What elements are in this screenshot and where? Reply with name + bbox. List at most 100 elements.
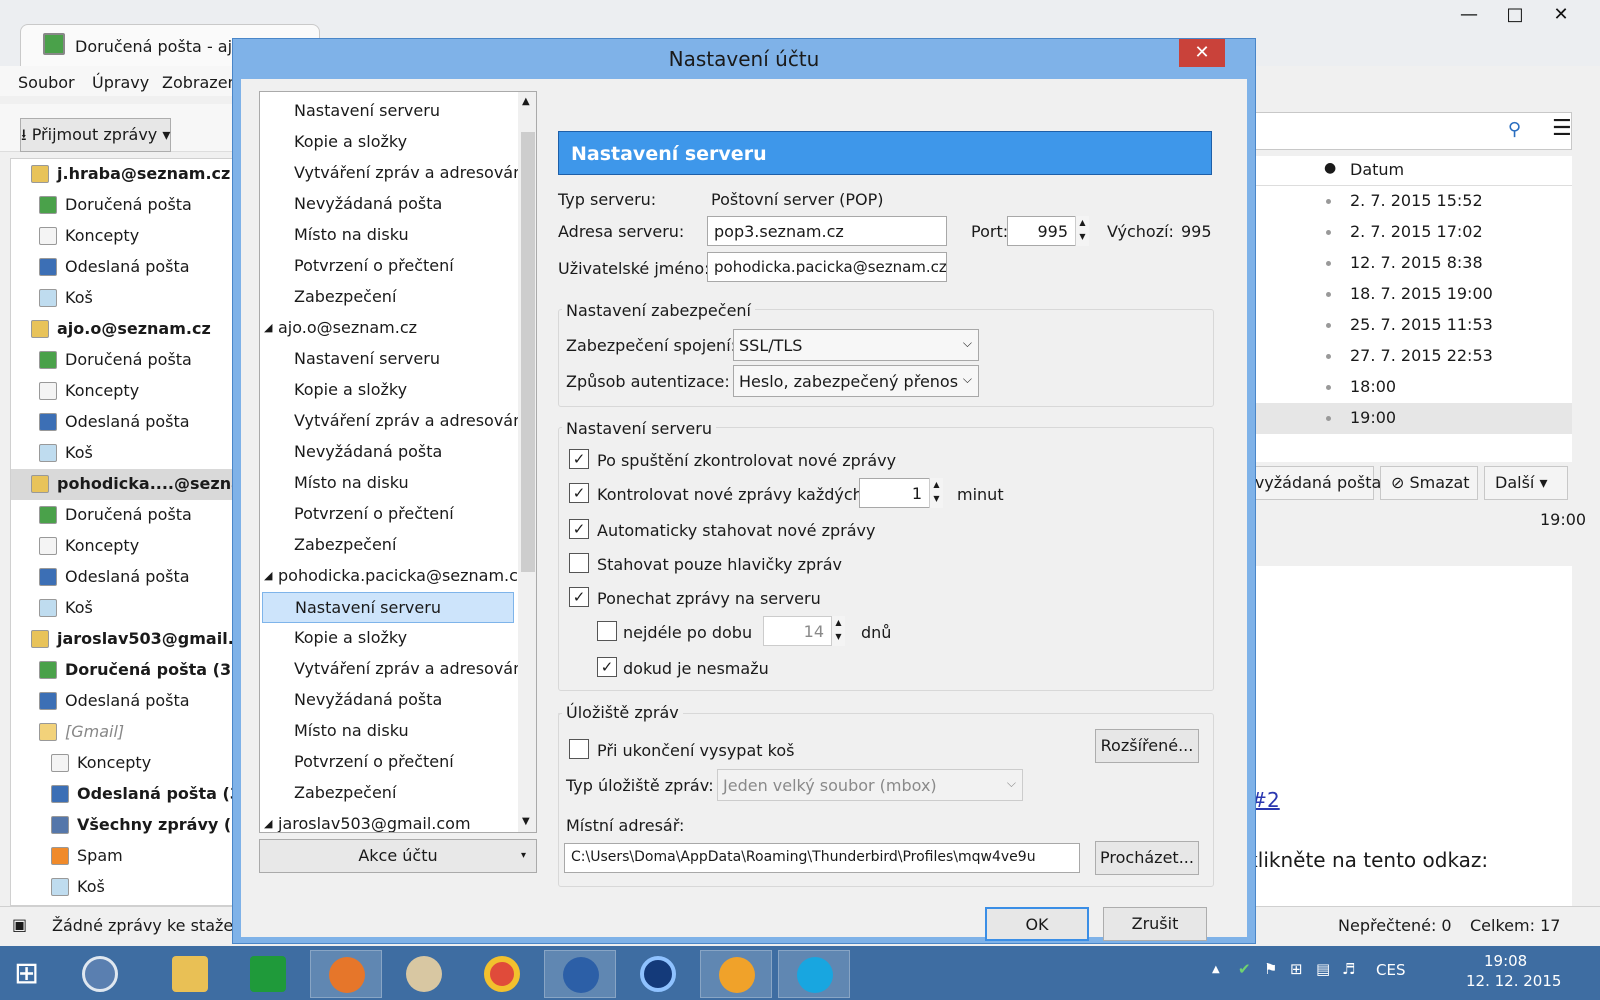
expand-arrow-icon[interactable]: ◢ <box>264 321 272 334</box>
tree-settings-item[interactable]: Nastavení serveru <box>262 592 514 623</box>
tree-settings-item[interactable]: Potvrzení o přečtení <box>260 251 516 282</box>
folder-row[interactable]: Odeslaná pošta <box>11 252 241 283</box>
tree-account-node[interactable]: ◢ pohodicka.pacicka@seznam.cz <box>260 561 526 592</box>
check-every-checkbox[interactable]: ✓ <box>569 483 589 503</box>
message-row[interactable]: 18. 7. 2015 19:00 <box>1232 279 1572 310</box>
folder-account-row[interactable]: j.hraba@seznam.cz <box>11 159 241 190</box>
menu-view[interactable]: Zobrazení <box>162 73 242 92</box>
taskbar-skype[interactable] <box>778 950 850 998</box>
folder-row[interactable]: Všechny zprávy (3) <box>11 810 241 841</box>
taskbar-paint[interactable] <box>388 950 460 998</box>
port-spinner[interactable]: ▲ ▼ <box>1075 216 1089 246</box>
dialog-close-button[interactable]: ✕ <box>1179 39 1225 67</box>
message-row[interactable]: 12. 7. 2015 8:38 <box>1232 248 1572 279</box>
auth-method-select[interactable]: Heslo, zabezpečený přenos ⌵ <box>733 365 979 397</box>
folder-row[interactable]: Koš <box>11 872 241 903</box>
folder-row[interactable]: Koncepty <box>11 221 241 252</box>
tree-account-node[interactable]: ◢ jaroslav503@gmail.com <box>260 809 516 832</box>
tray-volume-icon[interactable]: ♬ <box>1342 960 1355 978</box>
taskbar-store[interactable] <box>232 950 304 998</box>
tray-security-icon[interactable]: ✔ <box>1238 960 1251 978</box>
message-row[interactable]: 2. 7. 2015 15:52 <box>1232 186 1572 217</box>
more-button[interactable]: Další ▾ <box>1484 466 1568 500</box>
check-every-spinner[interactable]: ▲ ▼ <box>929 478 943 508</box>
tree-settings-item[interactable]: Nastavení serveru <box>260 344 516 375</box>
auto-download-checkbox[interactable]: ✓ <box>569 519 589 539</box>
folder-row[interactable]: Odeslaná pošta <box>11 407 241 438</box>
max-days-spinner[interactable]: ▲ ▼ <box>831 616 845 646</box>
taskbar-orange-app[interactable] <box>700 950 772 998</box>
tree-settings-item[interactable]: Nastavení serveru <box>260 96 516 127</box>
folder-account-row[interactable]: pohodicka....@seznam <box>11 469 241 500</box>
tree-settings-item[interactable]: Zabezpečení <box>260 530 516 561</box>
folder-account-row[interactable]: ajo.o@seznam.cz <box>11 314 241 345</box>
folder-row[interactable]: Spam <box>11 841 241 872</box>
tree-account-node[interactable]: ◢ ajo.o@seznam.cz <box>260 313 516 344</box>
tree-settings-item[interactable]: Místo na disku <box>260 468 516 499</box>
tree-settings-item[interactable]: Nevyžádaná pošta <box>260 189 516 220</box>
tree-scrollbar[interactable]: ▲ ▼ <box>518 92 536 832</box>
date-column-header[interactable]: Datum <box>1350 160 1404 179</box>
tray-windows-icon[interactable]: ⊞ <box>1290 960 1303 978</box>
tray-flag-icon[interactable]: ⚑ <box>1264 960 1277 978</box>
tree-settings-item[interactable]: Zabezpečení <box>260 778 516 809</box>
folder-row[interactable]: Koncepty <box>11 748 241 779</box>
tray-network-icon[interactable]: ▤ <box>1316 960 1330 978</box>
taskbar-moon-app[interactable] <box>622 950 694 998</box>
ok-button[interactable]: OK <box>985 907 1089 941</box>
max-days-checkbox[interactable] <box>597 621 617 641</box>
task-view-button[interactable] <box>64 950 144 998</box>
folder-row[interactable]: Doručená pošta <box>11 500 241 531</box>
tray-time[interactable]: 19:08 <box>1484 952 1527 970</box>
until-delete-checkbox[interactable]: ✓ <box>597 657 617 677</box>
advanced-button[interactable]: Rozšířené... <box>1095 729 1199 763</box>
maximize-button[interactable]: □ <box>1492 0 1538 32</box>
check-startup-checkbox[interactable]: ✓ <box>569 449 589 469</box>
folder-row[interactable]: Koš <box>11 283 241 314</box>
tree-settings-item[interactable]: Kopie a složky <box>260 623 516 654</box>
taskbar-explorer[interactable] <box>154 950 226 998</box>
account-actions-button[interactable]: Akce účtu ▾ <box>259 839 537 873</box>
connection-security-select[interactable]: SSL/TLS ⌵ <box>733 329 979 361</box>
tree-settings-item[interactable]: Potvrzení o přečtení <box>260 499 516 530</box>
taskbar-thunderbird[interactable] <box>544 950 616 998</box>
message-row[interactable]: 18:00 <box>1232 372 1572 403</box>
folder-row[interactable]: Koncepty <box>11 531 241 562</box>
menu-hamburger-icon[interactable]: ☰ <box>1552 116 1572 141</box>
headers-only-checkbox[interactable] <box>569 553 589 573</box>
empty-trash-checkbox[interactable] <box>569 739 589 759</box>
folder-row[interactable]: Doručená pošta (3) <box>11 655 241 686</box>
tree-settings-item[interactable]: Vytváření zpráv a adresování <box>260 406 528 437</box>
expand-arrow-icon[interactable]: ◢ <box>264 817 272 830</box>
tree-settings-item[interactable]: Místo na disku <box>260 220 516 251</box>
folder-row[interactable]: Odeslaná pošta <box>11 686 241 717</box>
folder-row[interactable]: [Gmail] <box>11 717 241 748</box>
menu-file[interactable]: Soubor <box>18 73 75 92</box>
tray-date[interactable]: 12. 12. 2015 <box>1466 972 1561 990</box>
tree-settings-item[interactable]: Nevyžádaná pošta <box>260 437 516 468</box>
tray-language[interactable]: CES <box>1376 961 1405 979</box>
cancel-button[interactable]: Zrušit <box>1103 907 1207 941</box>
folder-row[interactable]: Doručená pošta <box>11 345 241 376</box>
username-input[interactable]: pohodicka.pacicka@seznam.cz <box>707 252 947 282</box>
tree-settings-item[interactable]: Zabezpečení <box>260 282 516 313</box>
storage-type-select[interactable]: Jeden velký soubor (mbox) ⌵ <box>717 769 1023 801</box>
tree-settings-item[interactable]: Nevyžádaná pošta <box>260 685 516 716</box>
tray-expand-icon[interactable]: ▲ <box>1212 964 1220 975</box>
menu-edit[interactable]: Úpravy <box>92 73 149 92</box>
local-dir-input[interactable]: C:\Users\Doma\AppData\Roaming\Thunderbir… <box>564 843 1080 873</box>
minimize-button[interactable]: — <box>1446 0 1492 32</box>
taskbar-chrome[interactable] <box>466 950 538 998</box>
folder-row[interactable]: Koncepty <box>11 376 241 407</box>
tree-settings-item[interactable]: Potvrzení o přečtení <box>260 747 516 778</box>
folder-account-row[interactable]: jaroslav503@gmail.com <box>11 624 241 655</box>
delete-button[interactable]: ⊘ Smazat <box>1380 466 1478 500</box>
folder-row[interactable]: Odeslaná pošta <box>11 562 241 593</box>
tree-settings-item[interactable]: Místo na disku <box>260 716 516 747</box>
tree-settings-item[interactable]: Kopie a složky <box>260 375 516 406</box>
tree-settings-item[interactable]: Vytváření zpráv a adresování <box>260 654 528 685</box>
message-row[interactable]: 19:00 <box>1232 403 1572 434</box>
browse-button[interactable]: Procházet... <box>1095 841 1199 875</box>
folder-row[interactable]: Odeslaná pošta (3) <box>11 779 241 810</box>
search-box[interactable]: ⚲ <box>1232 112 1572 150</box>
